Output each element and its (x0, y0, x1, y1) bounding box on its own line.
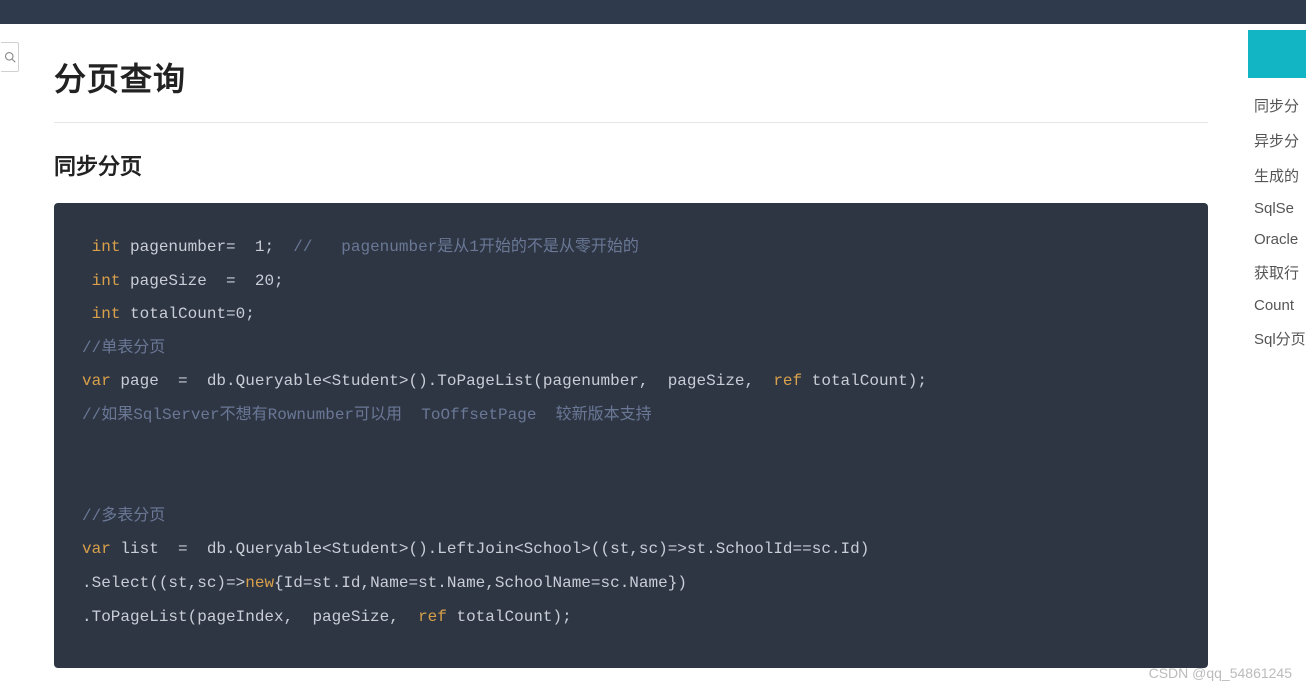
code-block: int pagenumber= 1; // pagenumber是从1开始的不是… (54, 203, 1208, 668)
code-text: pageSize = 20; (120, 272, 283, 290)
right-sidebar: 同步分 异步分 生成的 SqlSe Oracle 获取行 Count Sql分页 (1248, 24, 1306, 687)
code-keyword: var (82, 540, 111, 558)
search-button[interactable] (1, 42, 19, 72)
code-text: page = db.Queryable<Student>().ToPageLis… (111, 372, 774, 390)
search-icon (4, 51, 16, 63)
toc-item[interactable]: Sql分页 (1248, 321, 1306, 356)
toc-active-bar[interactable] (1248, 30, 1306, 78)
code-keyword: ref (773, 372, 802, 390)
section-title: 同步分页 (54, 149, 1208, 181)
toc-item[interactable]: 生成的 (1248, 158, 1306, 193)
code-text: .ToPageList(pageIndex, pageSize, (82, 608, 418, 626)
code-blank (82, 473, 92, 491)
code-text: totalCount); (802, 372, 927, 390)
code-text: list = db.Queryable<Student>().LeftJoin<… (111, 540, 870, 558)
code-text: pagenumber= 1; (120, 238, 293, 256)
toc-item[interactable]: SqlSe (1248, 193, 1306, 224)
page-title: 分页查询 (54, 54, 1208, 100)
code-text: .Select((st,sc)=> (82, 574, 245, 592)
code-keyword: int (92, 272, 121, 290)
code-comment: //如果SqlServer不想有Rownumber可以用 ToOffsetPag… (82, 406, 652, 424)
code-blank (82, 440, 92, 458)
code-text: {Id=st.Id,Name=st.Name,SchoolName=sc.Nam… (274, 574, 687, 592)
divider (54, 122, 1208, 123)
top-nav-bar (0, 0, 1306, 24)
toc-list: 同步分 异步分 生成的 SqlSe Oracle 获取行 Count Sql分页 (1248, 78, 1306, 356)
code-keyword: int (92, 305, 121, 323)
code-keyword: int (92, 238, 121, 256)
main-content: 分页查询 同步分页 int pagenumber= 1; // pagenumb… (20, 24, 1248, 687)
code-keyword: var (82, 372, 111, 390)
toc-item[interactable]: Count (1248, 290, 1306, 321)
code-keyword: ref (418, 608, 447, 626)
toc-item[interactable]: Oracle (1248, 224, 1306, 255)
code-comment: //多表分页 (82, 507, 165, 525)
left-gutter (0, 24, 20, 687)
code-comment: // pagenumber是从1开始的不是从零开始的 (293, 238, 639, 256)
code-comment: //单表分页 (82, 339, 165, 357)
code-text: totalCount=0; (120, 305, 254, 323)
toc-item[interactable]: 异步分 (1248, 123, 1306, 158)
code-keyword: new (245, 574, 274, 592)
toc-item[interactable]: 获取行 (1248, 255, 1306, 290)
code-text: totalCount); (447, 608, 572, 626)
layout: 分页查询 同步分页 int pagenumber= 1; // pagenumb… (0, 24, 1306, 687)
toc-item[interactable]: 同步分 (1248, 88, 1306, 123)
